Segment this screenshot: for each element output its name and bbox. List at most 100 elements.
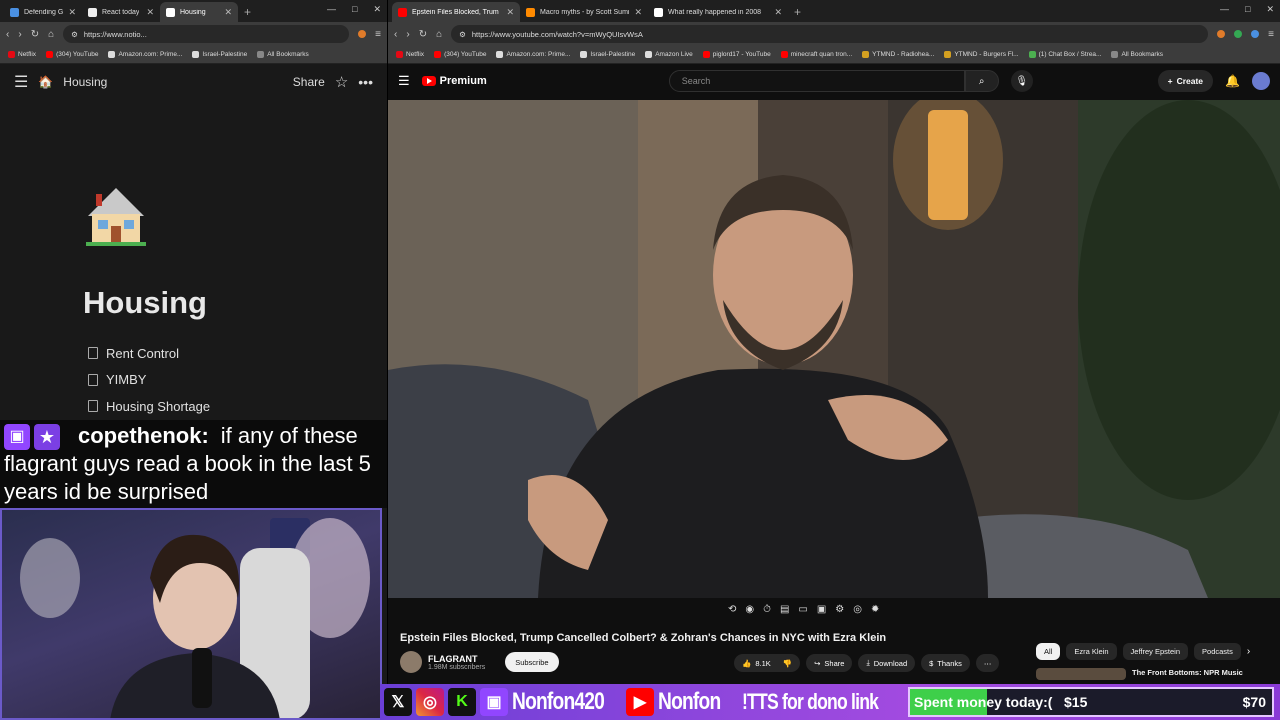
right-tab-bar: Epstein Files Blocked, Trum ✕ Macro myths… (388, 0, 1280, 22)
menu-icon[interactable]: ≡ (1268, 29, 1274, 40)
home-icon[interactable]: ⌂ (48, 29, 54, 40)
create-button[interactable]: + Create (1157, 70, 1214, 92)
subpage-housing-shortage[interactable]: Housing Shortage (88, 393, 210, 420)
chip-podcasts[interactable]: Podcasts (1194, 643, 1241, 660)
maximize-icon[interactable]: □ (1245, 4, 1250, 15)
bookmark[interactable]: Amazon.com: Prime... (108, 51, 182, 58)
settings-icon[interactable]: ⚙ (835, 604, 844, 615)
bookmark[interactable]: Netflix (8, 51, 36, 58)
video-player[interactable] (388, 100, 1280, 598)
close-icon[interactable]: ✕ (68, 7, 76, 18)
bookmark[interactable]: Amazon.com: Prime... (496, 51, 570, 58)
site-info-icon[interactable]: ⚙ (71, 30, 78, 39)
channel-avatar[interactable] (400, 651, 422, 673)
subpage-yimby[interactable]: YIMBY (88, 367, 210, 394)
close-window-icon[interactable]: ✕ (373, 4, 381, 15)
twitch-badge-icon: ▣ (4, 424, 30, 451)
right-tab-2[interactable]: Macro myths - by Scott Sumne ✕ (520, 2, 648, 22)
bookmark[interactable]: YTMND - Radiohea... (862, 51, 934, 58)
share-button[interactable]: Share (293, 75, 325, 89)
forward-icon[interactable]: › (18, 29, 21, 40)
search-icon[interactable]: ⌕ (964, 70, 999, 92)
bookmark[interactable]: minecraft quan tron... (780, 51, 852, 58)
close-icon[interactable]: ✕ (506, 7, 514, 18)
maximize-icon[interactable]: □ (352, 4, 357, 15)
close-window-icon[interactable]: ✕ (1266, 4, 1274, 15)
right-tab-3[interactable]: What really happened in 2008 ✕ (648, 2, 788, 22)
minimize-icon[interactable]: — (1220, 4, 1229, 15)
bookmark[interactable]: (304) YouTube (434, 51, 486, 58)
youtube-logo[interactable]: Premium (421, 75, 487, 87)
bookmark[interactable]: Netflix (396, 51, 424, 58)
loop-icon[interactable]: ⟲ (728, 604, 736, 615)
notifications-bell-icon[interactable]: 🔔 (1225, 74, 1240, 88)
search-input[interactable]: Search (668, 70, 965, 92)
extension-icon[interactable] (1251, 30, 1260, 38)
hamburger-menu-icon[interactable]: ☰ (14, 72, 28, 92)
forward-icon[interactable]: › (406, 29, 409, 40)
microphone-icon[interactable]: 🎙 (1010, 70, 1033, 92)
address-bar[interactable]: ⚙ https://www.youtube.com/watch?v=mWyQUIs… (451, 25, 1209, 43)
tts-label: !TTS for dono link (742, 689, 879, 714)
close-icon[interactable]: ✕ (774, 7, 782, 18)
share-button[interactable]: ↪ Share (806, 654, 853, 672)
bookmark[interactable]: Amazon Live (645, 51, 693, 58)
extension-icon[interactable] (358, 30, 367, 38)
hamburger-menu-icon[interactable]: ☰ (398, 73, 410, 89)
like-button[interactable]: 👍 8.1K 👎 (734, 654, 801, 672)
more-options-icon[interactable]: ••• (358, 74, 373, 90)
reload-icon[interactable]: ↻ (31, 29, 39, 40)
reload-icon[interactable]: ↻ (419, 29, 427, 40)
avatar[interactable] (1252, 72, 1270, 90)
more-actions-icon[interactable]: ⋯ (975, 654, 1000, 672)
right-tab-1[interactable]: Epstein Files Blocked, Trum ✕ (392, 2, 520, 22)
chip-all[interactable]: All (1036, 643, 1061, 660)
screenshot-icon[interactable]: ◎ (853, 604, 862, 615)
home-icon[interactable]: ⌂ (436, 29, 442, 40)
left-tab-3[interactable]: Housing ✕ (160, 2, 238, 22)
extension-icon[interactable] (1234, 30, 1243, 38)
bookmark[interactable]: (304) YouTube (46, 51, 98, 58)
bookmark[interactable]: Israel-Palestine (192, 51, 247, 58)
download-button[interactable]: ⤓ Download (858, 654, 916, 672)
gear-icon[interactable]: ✹ (871, 604, 879, 615)
subtitles-icon[interactable]: ▤ (780, 604, 789, 615)
channel-info: FLAGRANT 1.98M subscribers (428, 654, 485, 671)
chevron-right-icon[interactable]: › (1247, 646, 1250, 657)
close-icon[interactable]: ✕ (634, 7, 642, 18)
close-icon[interactable]: ✕ (224, 7, 232, 18)
close-icon[interactable]: ✕ (146, 7, 154, 18)
miniplayer-icon[interactable]: ▣ (817, 604, 826, 615)
theater-icon[interactable]: ▭ (798, 604, 807, 615)
thumbs-down-icon[interactable]: 👎 (783, 659, 792, 668)
audio-icon[interactable]: ◉ (745, 604, 754, 615)
chip-ezra-klein[interactable]: Ezra Klein (1066, 643, 1117, 660)
chip-jeffrey-epstein[interactable]: Jeffrey Epstein (1122, 643, 1189, 660)
bookmark[interactable]: Israel-Palestine (580, 51, 635, 58)
bookmark[interactable]: YTMND - Burgers Fl... (944, 51, 1019, 58)
bookmark[interactable]: All Bookmarks (1111, 51, 1163, 58)
address-bar[interactable]: ⚙ https://www.notio... (63, 25, 350, 43)
bookmark[interactable]: (1) Chat Box / Strea... (1028, 51, 1101, 58)
new-tab-button[interactable]: + (788, 2, 807, 22)
star-icon[interactable]: ☆ (335, 73, 348, 91)
menu-icon[interactable]: ≡ (375, 29, 381, 40)
site-info-icon[interactable]: ⚙ (459, 30, 466, 39)
speed-icon[interactable]: ⏱ (763, 604, 771, 615)
thanks-button[interactable]: $ Thanks (921, 654, 970, 672)
bookmark[interactable]: piglord17 - YouTube (702, 51, 771, 58)
subpage-rent-control[interactable]: Rent Control (88, 340, 210, 367)
recommended-video[interactable]: The Front Bottoms: NPR Music (1036, 668, 1243, 680)
left-tab-1[interactable]: Defending G ✕ (4, 2, 82, 22)
minimize-icon[interactable]: — (327, 4, 336, 15)
back-icon[interactable]: ‹ (394, 29, 397, 40)
extension-icon[interactable] (1217, 30, 1226, 38)
back-icon[interactable]: ‹ (6, 29, 9, 40)
channel-name[interactable]: FLAGRANT (428, 654, 485, 664)
bookmark[interactable]: All Bookmarks (257, 51, 309, 58)
breadcrumb[interactable]: Housing (63, 75, 107, 89)
share-icon: ↪ (814, 658, 821, 668)
left-tab-2[interactable]: React today ✕ (82, 2, 160, 22)
new-tab-button[interactable]: + (238, 2, 257, 22)
subscribe-button[interactable]: Subscribe (505, 652, 559, 672)
